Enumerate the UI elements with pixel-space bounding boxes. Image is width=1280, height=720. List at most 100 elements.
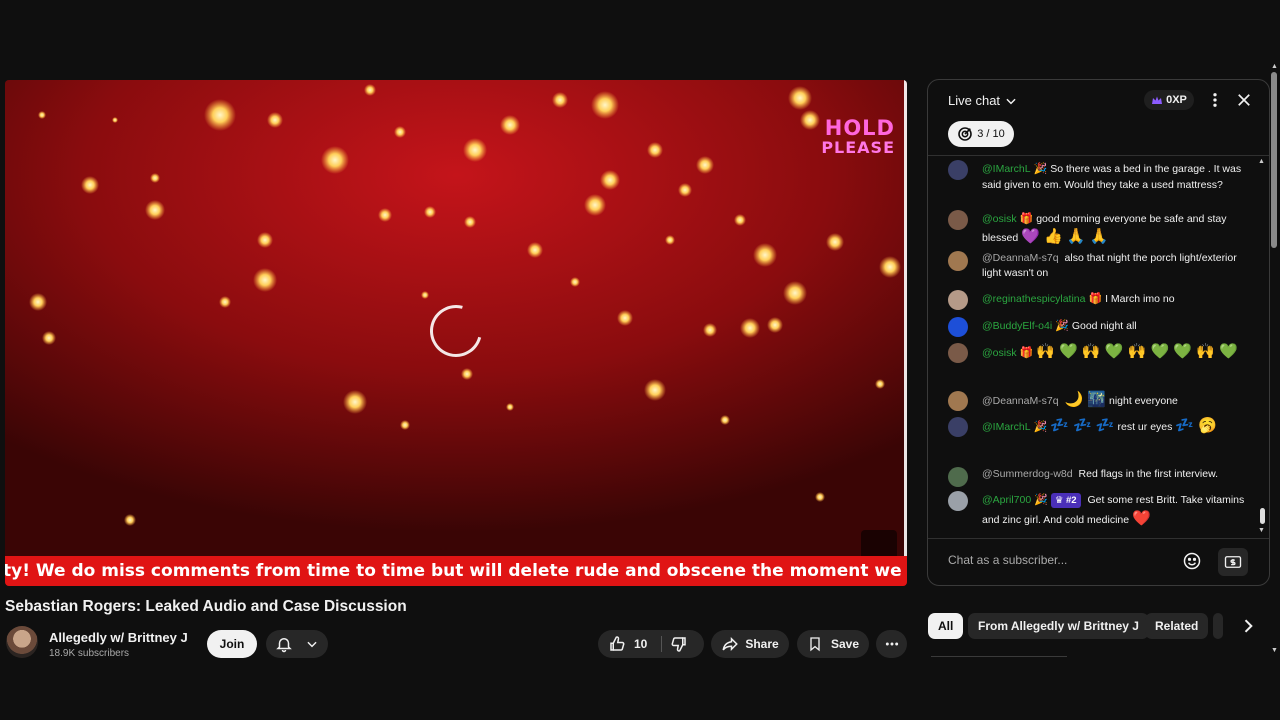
page-scroll-down-icon[interactable]: ▼: [1271, 647, 1278, 654]
chip-from-channel[interactable]: From Allegedly w/ Brittney J: [968, 613, 1149, 639]
chat-author[interactable]: @BuddyElf-o4i: [982, 320, 1052, 332]
overlay-line1: HOLD: [824, 116, 895, 140]
scroll-down-arrow-icon[interactable]: ▼: [1258, 527, 1265, 534]
chat-goal-chip[interactable]: 3 / 10: [948, 121, 1014, 147]
chat-author[interactable]: @osisk: [982, 213, 1017, 225]
close-chat-button[interactable]: [1235, 91, 1253, 109]
channel-avatar[interactable]: [6, 626, 38, 658]
name-emoji: 🎉: [1033, 421, 1048, 433]
avatar[interactable]: [948, 317, 968, 337]
goal-progress: 3 / 10: [977, 128, 1005, 140]
crown-icon: [1151, 95, 1163, 105]
chat-emojis: 💤 💤 💤: [1050, 417, 1115, 434]
chat-message: @osisk 🎁 good morning everyone be safe an…: [948, 210, 1248, 246]
super-chat-button[interactable]: [1218, 548, 1248, 576]
ticker-text: ty! We do miss comments from time to tim…: [5, 561, 907, 581]
chevron-down-icon: [1004, 94, 1018, 108]
member-badge: ♛ #2: [1050, 493, 1081, 508]
chat-message: @April700 🎉 ♛ #2 Get some rest Britt. Tak…: [948, 491, 1248, 530]
name-emoji: 🎉: [1033, 163, 1048, 175]
chat-author[interactable]: @DeannaM-s7q: [982, 395, 1059, 407]
chat-text: rest ur eyes: [1117, 421, 1173, 433]
chat-author[interactable]: @reginathespicylatina: [982, 293, 1085, 305]
like-button[interactable]: 10: [608, 635, 647, 653]
divider: [931, 656, 1067, 657]
channel-name[interactable]: Allegedly w/ Brittney J: [49, 630, 188, 645]
chat-header: Live chat 0XP 3 / 10: [928, 80, 1269, 156]
chip-partial[interactable]: [1213, 613, 1223, 639]
notification-button[interactable]: [266, 630, 328, 658]
share-button[interactable]: Share: [711, 630, 789, 658]
live-chat-panel: Live chat 0XP 3 / 10 @IMarchL 🎉 So there…: [927, 79, 1270, 586]
join-button[interactable]: Join: [207, 630, 257, 658]
avatar[interactable]: [948, 290, 968, 310]
like-dislike-group: 10: [598, 630, 704, 658]
save-button[interactable]: Save: [797, 630, 869, 658]
chat-message: @IMarchL 🎉 💤 💤 💤 rest ur eyes 💤 🥱: [948, 417, 1248, 437]
chip-related[interactable]: Related: [1145, 613, 1209, 639]
smiley-icon: [1182, 551, 1202, 571]
chat-author[interactable]: @Summerdog-w8d: [982, 468, 1073, 480]
chat-text: Red flags in the first interview.: [1078, 468, 1219, 480]
chips-next-button[interactable]: [1238, 616, 1258, 636]
chat-emojis-after: 💤 🥱: [1175, 417, 1217, 434]
chat-message: @osisk 🎁 🙌 💚 🙌 💚 🙌 💚 💚 🙌 💚: [948, 343, 1248, 363]
video-player[interactable]: HOLD PLEASE ty! We do miss comments from…: [5, 80, 907, 586]
chat-emojis: 🌙 🌃: [1064, 391, 1107, 408]
emoji-button[interactable]: [1182, 551, 1202, 571]
subscriber-count: 18.9K subscribers: [49, 648, 130, 659]
chat-message: @reginathespicylatina 🎁 I March imo no: [948, 290, 1248, 310]
avatar[interactable]: [948, 491, 968, 511]
thumbs-down-icon: [670, 635, 688, 653]
name-emoji: 🎉: [1055, 320, 1069, 332]
dislike-button[interactable]: [670, 635, 688, 653]
avatar[interactable]: [948, 391, 968, 411]
more-horizontal-icon: [884, 636, 900, 652]
video-title: Sebastian Rogers: Leaked Audio and Case …: [5, 598, 407, 615]
chat-menu-button[interactable]: [1206, 91, 1224, 109]
save-label: Save: [830, 637, 860, 651]
chip-all[interactable]: All: [928, 613, 964, 639]
chat-message-list[interactable]: @IMarchL 🎉 So there was a bed in the gara…: [928, 158, 1258, 538]
name-emoji: 🎁: [1088, 293, 1103, 305]
chat-input-area: Chat as a subscriber...: [928, 538, 1269, 585]
more-vertical-icon: [1206, 91, 1224, 109]
news-ticker: ty! We do miss comments from time to tim…: [5, 556, 907, 586]
badge-rank: #2: [1065, 495, 1077, 506]
chat-title: Live chat: [948, 93, 1001, 108]
chat-scrollbar-thumb[interactable]: [1260, 508, 1265, 524]
chat-message: @DeannaM-s7q 🌙 🌃 night everyone: [948, 391, 1248, 411]
chat-emojis: 💜 👍 🙏 🙏: [1021, 228, 1109, 245]
chevron-down-icon: [305, 637, 319, 651]
overlay-line2: PLEASE: [821, 138, 895, 157]
bell-icon: [275, 635, 293, 653]
name-emoji: 🎁: [1019, 213, 1034, 225]
name-emoji: 🎁: [1019, 347, 1034, 359]
chat-author[interactable]: @IMarchL: [982, 163, 1031, 175]
chat-message: @IMarchL 🎉 So there was a bed in the gara…: [948, 160, 1248, 193]
avatar[interactable]: [948, 160, 968, 180]
thumbs-up-icon: [608, 635, 626, 653]
avatar[interactable]: [948, 343, 968, 363]
chat-message: @DeannaM-s7q also that night the porch l…: [948, 251, 1248, 281]
chat-input[interactable]: Chat as a subscriber...: [948, 553, 1067, 567]
avatar[interactable]: [948, 467, 968, 487]
chat-author[interactable]: @IMarchL: [982, 421, 1031, 433]
scroll-up-arrow-icon[interactable]: ▲: [1258, 158, 1265, 165]
chat-author[interactable]: @DeannaM-s7q: [982, 252, 1059, 264]
chat-author[interactable]: @osisk: [982, 347, 1017, 359]
chat-author[interactable]: @April700: [982, 494, 1031, 506]
page-scroll-up-icon[interactable]: ▲: [1271, 63, 1278, 70]
avatar[interactable]: [948, 251, 968, 271]
avatar[interactable]: [948, 210, 968, 230]
chat-mode-selector[interactable]: Live chat: [948, 93, 1018, 108]
page-scrollbar-thumb[interactable]: [1271, 72, 1277, 248]
chat-emojis-after: ❤️: [1132, 510, 1151, 527]
xp-badge[interactable]: 0XP: [1144, 90, 1194, 110]
avatar[interactable]: [948, 417, 968, 437]
more-actions-button[interactable]: [876, 630, 907, 658]
target-icon: [957, 126, 973, 142]
xp-value: 0XP: [1166, 94, 1187, 106]
seek-edge: [904, 80, 907, 556]
share-label: Share: [745, 637, 779, 651]
